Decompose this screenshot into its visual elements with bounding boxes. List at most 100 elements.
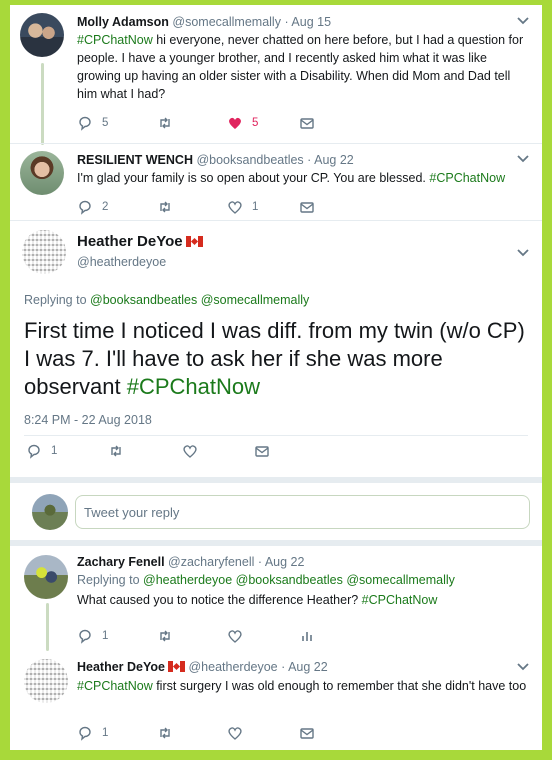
reply-tweet-heather[interactable]: Heather DeYoe @heatherdeyoe · Aug 22 #CP… — [10, 651, 542, 750]
tweet-actions: 1 — [77, 626, 377, 646]
message-button[interactable] — [299, 113, 315, 133]
tweet-timestamp[interactable]: 8:24 PM - 22 Aug 2018 — [24, 413, 152, 427]
like-count: 1 — [252, 201, 259, 213]
chevron-down-icon[interactable] — [516, 661, 530, 671]
mention-link[interactable]: @somecallmemally — [346, 573, 455, 587]
like-icon — [228, 630, 242, 643]
retweet-button[interactable] — [157, 626, 173, 646]
like-button[interactable] — [227, 723, 243, 743]
like-button[interactable]: 5 — [227, 113, 258, 133]
analytics-button[interactable] — [299, 626, 315, 646]
reply-icon — [79, 726, 91, 741]
message-button[interactable] — [299, 197, 315, 217]
author-handle[interactable]: @heatherdeyoe — [77, 255, 166, 269]
reply-count: 1 — [102, 630, 109, 642]
message-button[interactable] — [254, 441, 270, 461]
author-name[interactable]: Zachary Fenell — [77, 555, 165, 569]
author-handle[interactable]: @somecallmemally — [172, 15, 281, 29]
hashtag-link[interactable]: #CPChatNow — [429, 171, 505, 185]
reply-icon — [79, 200, 91, 215]
tweet-time[interactable]: Aug 22 — [288, 660, 328, 674]
tweet-molly[interactable]: Molly Adamson @somecallmemally · Aug 15 … — [10, 5, 542, 143]
focused-header: Heather DeYoe — [77, 233, 203, 250]
focused-tweet[interactable]: Heather DeYoe @heatherdeyoe Replying to … — [10, 221, 542, 473]
tweet-text-body: first surgery I was old enough to rememb… — [152, 679, 527, 693]
reply-tweet-zachary[interactable]: Zachary Fenell @zacharyfenell · Aug 22 R… — [10, 547, 542, 651]
chevron-down-icon[interactable] — [516, 247, 530, 257]
mention-link[interactable]: @booksandbeatles — [90, 293, 197, 307]
hashtag-link[interactable]: #CPChatNow — [77, 679, 153, 693]
tweet-header: Zachary Fenell @zacharyfenell · Aug 22 — [77, 555, 304, 569]
tweet-thread-frame: Molly Adamson @somecallmemally · Aug 15 … — [10, 5, 542, 750]
tweet-text-body: I'm glad your family is so open about yo… — [77, 171, 430, 185]
message-button[interactable] — [299, 723, 315, 743]
reply-button[interactable]: 1 — [77, 626, 108, 646]
replying-to-label: Replying to — [24, 293, 91, 307]
separator-dot: · — [307, 153, 312, 167]
hashtag-link[interactable]: #CPChatNow — [77, 33, 153, 47]
reply-count: 1 — [102, 727, 109, 739]
reply-count: 1 — [51, 445, 58, 457]
tweet-resilient-wench[interactable]: RESILIENT WENCH @booksandbeatles · Aug 2… — [10, 144, 542, 220]
author-name[interactable]: Molly Adamson — [77, 15, 169, 29]
like-button[interactable] — [182, 441, 198, 461]
separator-dot: · — [281, 660, 286, 674]
reply-count: 2 — [102, 201, 109, 213]
tweet-time[interactable]: Aug 22 — [265, 555, 305, 569]
retweet-icon — [160, 630, 170, 642]
retweet-icon — [160, 201, 170, 213]
tweet-text: #CPChatNow first surgery I was old enoug… — [77, 677, 532, 695]
avatar[interactable] — [24, 659, 68, 703]
like-button[interactable]: 1 — [227, 197, 258, 217]
author-name[interactable]: Heather DeYoe — [77, 660, 165, 674]
author-handle[interactable]: @zacharyfenell — [168, 555, 254, 569]
like-button[interactable] — [227, 626, 243, 646]
author-name[interactable]: RESILIENT WENCH — [77, 153, 193, 167]
chevron-down-icon[interactable] — [516, 15, 530, 25]
reply-button[interactable]: 5 — [77, 113, 108, 133]
avatar[interactable] — [20, 13, 64, 57]
like-count: 5 — [252, 117, 259, 129]
message-icon — [300, 118, 314, 129]
author-handle[interactable]: @booksandbeatles — [196, 153, 303, 167]
chevron-down-icon[interactable] — [516, 153, 530, 163]
avatar[interactable] — [24, 555, 68, 599]
tweet-header: Molly Adamson @somecallmemally · Aug 15 — [77, 15, 331, 29]
my-avatar[interactable] — [32, 494, 68, 530]
separator-dot: · — [257, 555, 263, 569]
retweet-button[interactable] — [157, 197, 182, 217]
section-gap — [10, 540, 542, 546]
tweet-time[interactable]: Aug 15 — [291, 15, 331, 29]
reply-button[interactable]: 2 — [77, 197, 108, 217]
hashtag-link[interactable]: #CPChatNow — [127, 374, 260, 399]
message-icon — [300, 202, 314, 213]
retweet-button[interactable] — [108, 441, 124, 461]
author-name[interactable]: Heather DeYoe — [77, 233, 183, 250]
tweet-text: I'm glad your family is so open about yo… — [77, 169, 532, 187]
avatar[interactable] — [20, 151, 64, 195]
reply-count: 5 — [102, 117, 109, 129]
tweet-time[interactable]: Aug 22 — [314, 153, 354, 167]
mention-link[interactable]: @heatherdeyoe — [143, 573, 232, 587]
tweet-actions: 5 5 — [77, 113, 377, 133]
like-icon — [228, 727, 242, 740]
message-icon — [300, 728, 314, 739]
canada-flag-icon — [168, 661, 185, 672]
reply-input[interactable]: Tweet your reply — [75, 495, 530, 529]
mention-link[interactable]: @booksandbeatles — [236, 573, 343, 587]
retweet-button[interactable] — [157, 113, 182, 133]
mention-link[interactable]: @somecallmemally — [201, 293, 310, 307]
like-icon — [183, 445, 197, 458]
reply-button[interactable]: 1 — [77, 723, 108, 743]
tweet-text: #CPChatNow hi everyone, never chatted on… — [77, 31, 532, 103]
retweet-icon — [111, 445, 121, 457]
focused-tweet-text: First time I noticed I was diff. from my… — [24, 317, 534, 401]
divider — [24, 435, 528, 436]
retweet-button[interactable] — [157, 723, 173, 743]
reply-button[interactable]: 1 — [26, 441, 57, 461]
author-handle[interactable]: @heatherdeyoe — [188, 660, 277, 674]
avatar[interactable] — [22, 230, 66, 274]
hashtag-link[interactable]: #CPChatNow — [362, 593, 438, 607]
like-icon — [229, 117, 241, 129]
tweet-actions: 1 — [77, 723, 377, 743]
